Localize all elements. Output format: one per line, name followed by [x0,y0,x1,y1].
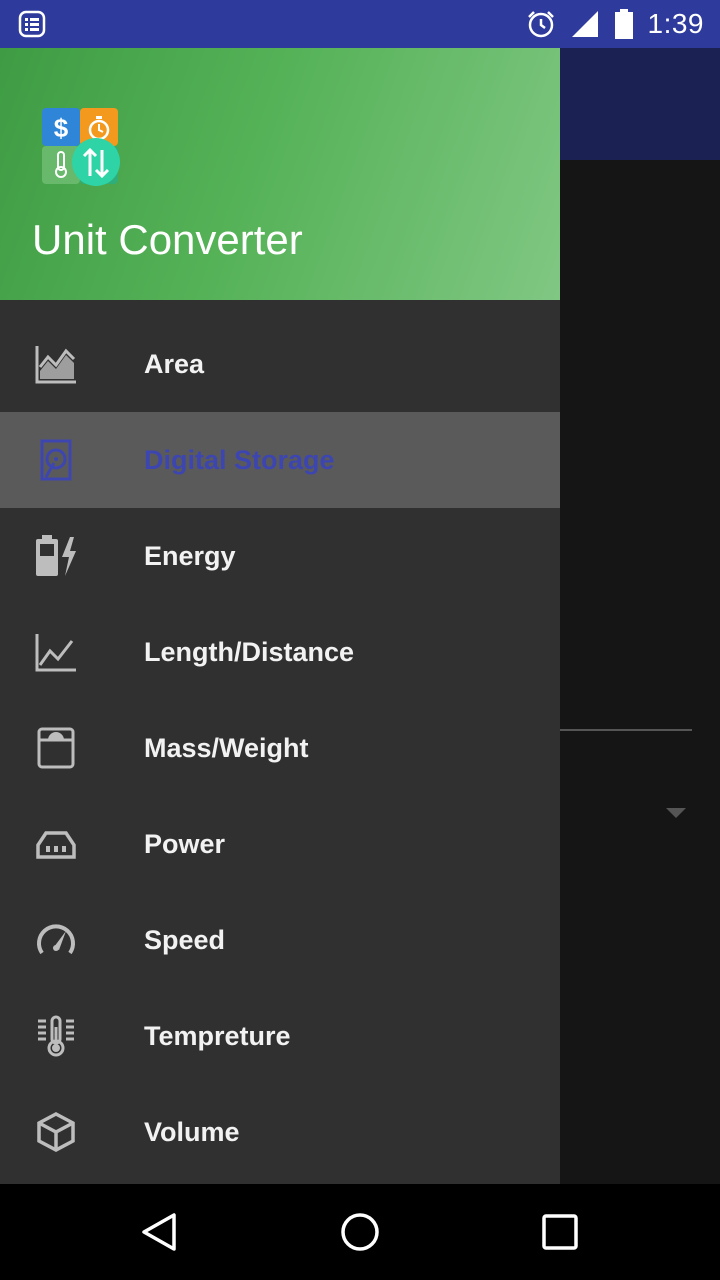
drawer-item-label: Power [144,829,226,859]
drawer-item-area[interactable]: Area [0,316,560,412]
drawer-item-label: Digital Storage [144,445,335,475]
battery-icon [614,9,633,39]
sd-card-icon [40,439,72,481]
unit-converter-logo: $ [42,108,120,186]
status-icons: 1:39 [526,0,705,48]
drawer-item-tempreture[interactable]: Tempreture [0,988,560,1084]
drawer-item-label: Length/Distance [144,637,355,667]
thermometer-icon [38,1015,74,1057]
drawer-header: $ Unit Converter [0,48,560,300]
status-time: 1:39 [647,8,704,39]
system-nav-bar [0,1184,720,1280]
drawer-item-power[interactable]: Power [0,796,560,892]
chevron-down-icon [666,808,686,818]
cube-icon [37,1112,75,1152]
drawer-item-volume[interactable]: Volume [0,1084,560,1180]
app-title: Unit Converter [32,216,303,263]
signal-icon [571,11,598,37]
screen: 1:39 $ Unit Converter Area Digital Stora… [0,0,720,1280]
drawer-item-energy[interactable]: Energy [0,508,560,604]
notification-list-icon [18,10,46,38]
drawer-item-digital-storage[interactable]: Digital Storage [0,412,560,508]
drawer-item-label: Speed [144,925,226,955]
navigation-drawer: $ Unit Converter Area Digital Storage En… [0,48,560,1184]
drawer-item-label: Volume [144,1117,240,1147]
drawer-item-label: Energy [144,541,236,571]
area-chart-icon [35,346,76,384]
drawer-menu: Area Digital Storage Energy Length/Dista… [0,316,560,1180]
recents-icon[interactable] [538,1210,582,1254]
drawer-item-mass-weight[interactable]: Mass/Weight [0,700,560,796]
drawer-item-label: Mass/Weight [144,733,309,763]
drawer-item-speed[interactable]: Speed [0,892,560,988]
drawer-item-label: Tempreture [144,1021,291,1051]
drawer-item-label: Area [144,349,205,379]
alarm-icon [527,11,554,38]
svg-text:$: $ [54,113,69,143]
status-bar: 1:39 [0,0,720,48]
power-socket-icon [36,831,76,859]
back-icon[interactable] [138,1210,182,1254]
scale-icon [37,727,75,769]
drawer-item-length-distance[interactable]: Length/Distance [0,604,560,700]
battery-bolt-icon [36,535,76,576]
home-icon[interactable] [338,1210,382,1254]
line-chart-icon [35,634,76,672]
background-input-underline [560,729,692,731]
speedometer-icon [37,924,75,955]
